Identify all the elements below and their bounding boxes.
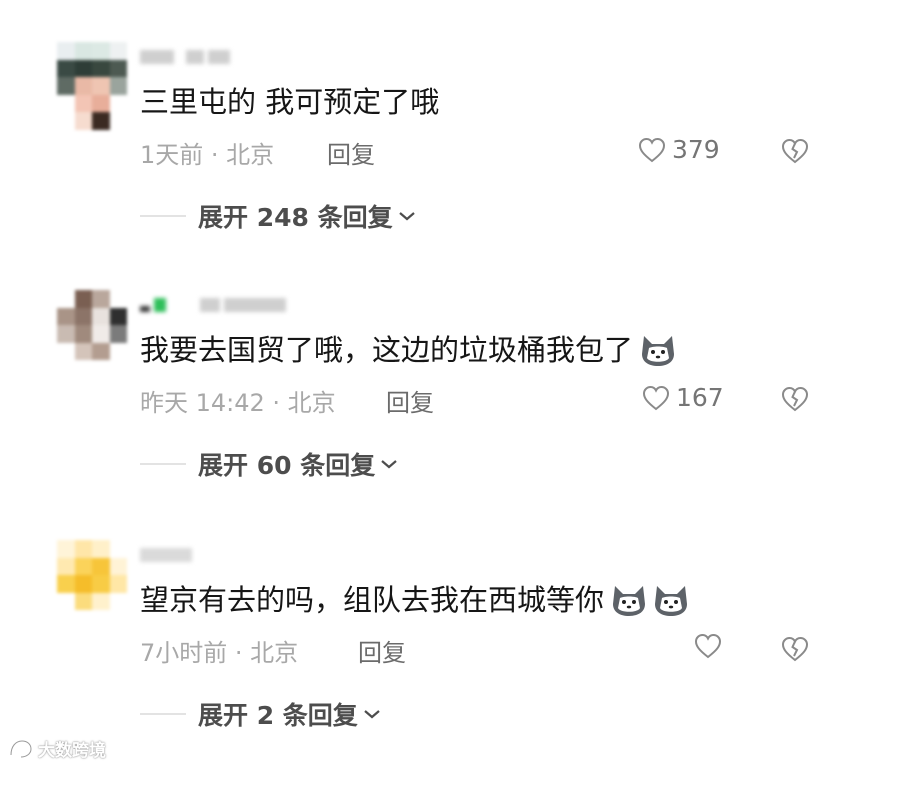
dislike-button[interactable] [780, 385, 810, 413]
comment-item: 我要去国贸了哦，这边的垃圾桶我包了 昨天 14:42 · 北京 回复 167 展… [0, 290, 900, 540]
heart-outline-icon [642, 385, 670, 410]
comment-meta: 7小时前 · 北京 [140, 639, 299, 667]
divider [140, 713, 186, 715]
expand-replies-label: 展开 2 条回复 [198, 701, 358, 730]
avatar[interactable] [57, 540, 127, 628]
like-button[interactable]: 379 [638, 135, 720, 164]
username[interactable] [140, 548, 192, 562]
watermark-logo-icon [9, 738, 33, 758]
watermark: 大数跨境 [8, 736, 106, 761]
avatar[interactable] [57, 42, 127, 130]
expand-replies-button[interactable]: 展开 248 条回复 [140, 198, 417, 234]
husky-dog-emoji [613, 586, 646, 616]
like-count: 379 [672, 135, 720, 164]
divider [140, 215, 186, 217]
comment-meta: 昨天 14:42 · 北京 [140, 389, 336, 417]
broken-heart-icon [781, 138, 809, 164]
username[interactable] [140, 50, 230, 64]
husky-dog-emoji [642, 336, 675, 366]
chevron-down-icon [398, 212, 415, 221]
heart-outline-icon [694, 633, 722, 659]
broken-heart-icon [781, 386, 809, 412]
comment-item: 望京有去的吗，组队去我在西城等你 7小时前 · 北京 回复 展开 2 条回复 [0, 540, 900, 790]
reply-button[interactable]: 回复 [327, 135, 375, 170]
like-count: 167 [676, 383, 724, 412]
comment-text: 三里屯的 我可预定了哦 [140, 85, 440, 119]
like-button[interactable]: 167 [642, 383, 724, 412]
comment-meta: 1天前 · 北京 [140, 141, 275, 169]
chevron-down-icon [381, 460, 397, 469]
expand-replies-button[interactable]: 展开 60 条回复 [140, 446, 399, 482]
divider [140, 463, 186, 465]
comment-text: 我要去国贸了哦，这边的垃圾桶我包了 [140, 330, 677, 370]
heart-outline-icon [638, 137, 666, 162]
watermark-text: 大数跨境 [38, 741, 106, 761]
comment-item: 三里屯的 我可预定了哦 1天前 · 北京 回复 379 展开 248 条回复 [0, 42, 900, 292]
username[interactable] [140, 298, 286, 312]
chevron-down-icon [364, 710, 380, 719]
reply-button[interactable]: 回复 [358, 633, 406, 668]
broken-heart-icon [781, 636, 809, 662]
expand-replies-label: 展开 60 条回复 [198, 451, 376, 480]
avatar[interactable] [57, 290, 127, 378]
dislike-button[interactable] [780, 635, 810, 663]
like-button[interactable] [694, 633, 728, 659]
comment-text: 望京有去的吗，组队去我在西城等你 [140, 580, 690, 620]
husky-dog-emoji [655, 586, 688, 616]
expand-replies-button[interactable]: 展开 2 条回复 [140, 696, 382, 732]
expand-replies-label: 展开 248 条回复 [198, 203, 393, 232]
dislike-button[interactable] [780, 137, 810, 165]
reply-button[interactable]: 回复 [386, 383, 434, 418]
